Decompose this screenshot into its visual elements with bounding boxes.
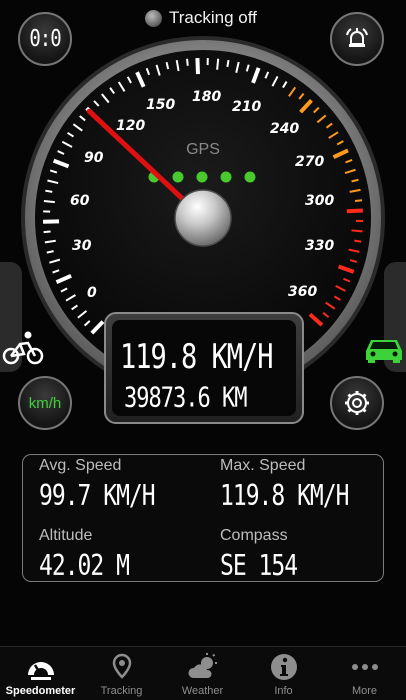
speedometer-icon bbox=[27, 662, 54, 680]
gauge-tick-190 bbox=[216, 58, 220, 70]
tab-tracking[interactable]: Tracking bbox=[81, 647, 162, 700]
tick-label-240: 240 bbox=[270, 121, 299, 137]
altitude-label: Altitude bbox=[39, 527, 93, 544]
tick-label-270: 270 bbox=[295, 154, 324, 170]
tracking-status-text: Tracking off bbox=[169, 8, 257, 27]
alarm-bell-icon bbox=[346, 28, 368, 47]
settings-button[interactable] bbox=[330, 376, 384, 430]
tab-tracking-label: Tracking bbox=[100, 685, 143, 697]
gauge-tick-310 bbox=[351, 229, 363, 233]
current-speed: 119.8 KM/H bbox=[120, 338, 274, 377]
gauge-tick-295 bbox=[354, 199, 363, 202]
location-pin-icon bbox=[112, 653, 131, 679]
gps-dot bbox=[196, 171, 208, 183]
car-icon[interactable] bbox=[362, 334, 406, 364]
gauge-tick-70 bbox=[43, 199, 55, 204]
gps-dot bbox=[172, 171, 184, 183]
gear-icon bbox=[345, 391, 369, 415]
stats-panel: Avg. Speed 99.7 KM/H Max. Speed 119.8 KM… bbox=[22, 454, 384, 582]
tick-label-210: 210 bbox=[232, 99, 261, 115]
gauge-tick-300 bbox=[346, 208, 363, 214]
tab-more-label: More bbox=[351, 685, 378, 697]
tab-more[interactable]: More bbox=[324, 647, 405, 700]
tracking-status: Tracking off bbox=[145, 6, 257, 30]
tab-speedometer[interactable]: Speedometer bbox=[0, 647, 81, 700]
weather-icon bbox=[187, 653, 217, 678]
gauge-tick-55 bbox=[43, 230, 51, 234]
tab-info-label: Info bbox=[274, 685, 293, 697]
gauge-tick-180 bbox=[195, 58, 200, 75]
gauge-tick-195 bbox=[226, 59, 230, 68]
tick-label-150: 150 bbox=[146, 97, 175, 113]
gauge-tick-75 bbox=[45, 189, 53, 193]
avg-speed-value: 99.7 KM/H bbox=[39, 479, 156, 513]
speed-readout-panel: 119.8 KM/H 39873.6 KM bbox=[104, 312, 304, 424]
tab-weather-label: Weather bbox=[181, 685, 224, 697]
status-indicator-icon bbox=[145, 9, 162, 27]
tab-bar: Speedometer Tracking Weather Info More bbox=[0, 646, 406, 700]
tick-label-120: 120 bbox=[116, 118, 145, 134]
tick-label-330: 330 bbox=[305, 238, 334, 254]
readout-screen: 119.8 KM/H 39873.6 KM bbox=[112, 320, 296, 416]
gps-dot bbox=[244, 171, 256, 183]
altitude-value: 42.02 M bbox=[39, 549, 130, 583]
max-speed-label: Max. Speed bbox=[220, 457, 306, 474]
tick-label-300: 300 bbox=[305, 193, 334, 209]
compass-value: SE 154 bbox=[220, 549, 298, 583]
speedometer-screen: 0 30 60 90 120 150 180 210 240 270 300 3… bbox=[0, 0, 406, 700]
reset-button[interactable]: 0:0 bbox=[18, 12, 72, 66]
gps-label: GPS bbox=[186, 141, 220, 158]
tick-label-60: 60 bbox=[70, 193, 90, 209]
avg-speed-label: Avg. Speed bbox=[39, 457, 122, 474]
tick-label-0: 0 bbox=[87, 285, 97, 301]
tab-weather[interactable]: Weather bbox=[162, 647, 243, 700]
gauge-tick-315 bbox=[354, 239, 362, 243]
tick-label-30: 30 bbox=[72, 238, 92, 254]
unit-toggle-label: km/h bbox=[28, 394, 62, 412]
cyclist-icon[interactable] bbox=[2, 330, 44, 366]
unit-toggle-button[interactable]: km/h bbox=[18, 376, 72, 430]
gps-dot bbox=[220, 171, 232, 183]
total-distance: 39873.6 KM bbox=[124, 382, 247, 415]
tick-label-360: 360 bbox=[288, 284, 317, 300]
tick-label-90: 90 bbox=[84, 150, 104, 166]
gauge-tick-175 bbox=[186, 58, 189, 66]
tick-label-180: 180 bbox=[192, 89, 221, 105]
more-icon bbox=[351, 664, 378, 670]
compass-label: Compass bbox=[220, 527, 288, 544]
needle-hub bbox=[174, 189, 232, 247]
tab-info[interactable]: Info bbox=[243, 647, 324, 700]
max-speed-value: 119.8 KM/H bbox=[220, 479, 349, 513]
info-icon bbox=[270, 654, 297, 680]
reset-button-label: 0:0 bbox=[29, 25, 61, 53]
alarm-button[interactable] bbox=[330, 12, 384, 66]
tab-speedometer-label: Speedometer bbox=[5, 685, 76, 697]
